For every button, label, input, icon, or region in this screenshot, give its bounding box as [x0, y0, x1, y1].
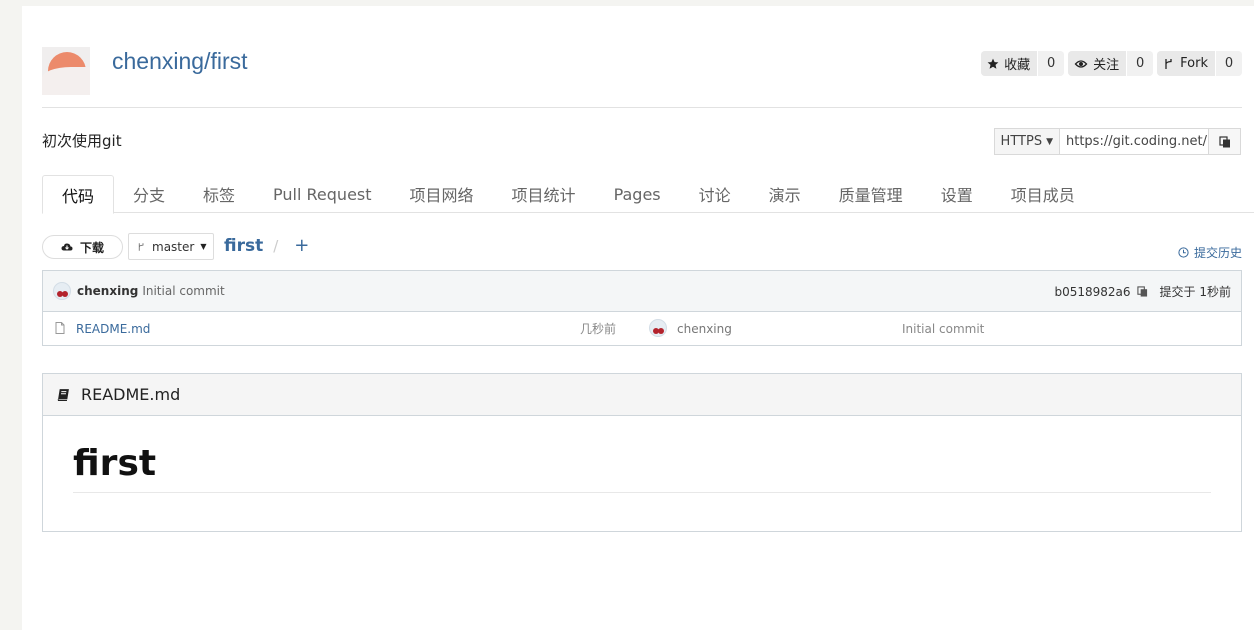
repo-avatar[interactable]	[42, 47, 90, 95]
latest-commit-row: chenxing Initial commit b0518982a6 提交于 1…	[43, 271, 1241, 312]
commit-time: 提交于 1秒前	[1159, 285, 1231, 299]
copy-icon[interactable]	[1136, 286, 1148, 297]
tab-tags[interactable]: 标签	[184, 175, 254, 213]
star-icon	[987, 58, 999, 69]
file-name[interactable]: README.md	[76, 322, 150, 336]
tab-pull-request[interactable]: Pull Request	[254, 175, 390, 213]
watch-button[interactable]: 关注	[1068, 51, 1128, 76]
readme-content: first	[43, 416, 1241, 493]
clone-url-box: HTTPS ▼ https://git.coding.net/	[993, 128, 1241, 155]
breadcrumb-separator: /	[273, 236, 279, 255]
watch-count[interactable]: 0	[1127, 51, 1154, 76]
file-time: 几秒前	[580, 322, 617, 336]
breadcrumb: first / +	[224, 235, 309, 256]
watch-counter[interactable]: 关注 0	[1068, 51, 1154, 76]
tab-quality[interactable]: 质量管理	[820, 175, 922, 213]
file-icon	[55, 322, 65, 334]
breadcrumb-root[interactable]: first	[224, 236, 263, 256]
branch-select[interactable]: master ▼	[128, 233, 214, 260]
clock-icon	[1178, 247, 1189, 258]
cloud-download-icon	[61, 243, 73, 251]
commit-author[interactable]: chenxing	[77, 284, 138, 298]
download-button[interactable]: 下载	[42, 235, 123, 259]
readme-filename: README.md	[81, 385, 181, 404]
commit-meta: b0518982a6 提交于 1秒前	[1054, 271, 1231, 312]
fork-counter[interactable]: Fork 0	[1157, 51, 1242, 76]
fork-label: Fork	[1180, 56, 1208, 71]
file-author[interactable]: chenxing	[677, 322, 732, 336]
caret-down-icon: ▼	[200, 242, 207, 251]
download-label: 下载	[79, 240, 104, 255]
tab-settings[interactable]: 设置	[922, 175, 992, 213]
eye-icon	[1074, 59, 1088, 68]
clone-protocol-select[interactable]: HTTPS ▼	[994, 129, 1060, 154]
star-label: 收藏	[1004, 58, 1031, 73]
caret-down-icon: ▼	[1046, 136, 1053, 147]
clone-url-input[interactable]: https://git.coding.net/	[1060, 129, 1208, 154]
tab-code[interactable]: 代码	[42, 175, 115, 214]
repo-counters: 收藏 0 关注 0 Fork 0	[981, 51, 1242, 76]
star-button[interactable]: 收藏	[981, 51, 1039, 76]
repo-title[interactable]: chenxing/first	[112, 48, 248, 75]
watch-label: 关注	[1093, 58, 1120, 73]
tab-members[interactable]: 项目成员	[992, 175, 1094, 213]
fork-icon	[1165, 58, 1172, 69]
table-row[interactable]: README.md 几秒前 chenxing Initial commit	[43, 312, 1241, 345]
repo-tabs: 代码 分支 标签 Pull Request 项目网络 项目统计 Pages 讨论…	[42, 175, 1254, 214]
avatar[interactable]	[53, 282, 71, 300]
clone-protocol-label: HTTPS	[1000, 134, 1043, 149]
repo-page: chenxing/first 收藏 0 关注 0 Fork 0 初次使用git	[22, 6, 1254, 630]
tab-pages[interactable]: Pages	[595, 175, 680, 213]
commit-history-link[interactable]: 提交历史	[1178, 244, 1242, 261]
star-counter[interactable]: 收藏 0	[981, 51, 1065, 76]
star-count[interactable]: 0	[1038, 51, 1065, 76]
readme-header: README.md	[43, 374, 1241, 416]
file-commit-message[interactable]: Initial commit	[902, 322, 984, 336]
tab-network[interactable]: 项目网络	[391, 175, 493, 213]
tab-stats[interactable]: 项目统计	[493, 175, 595, 213]
tab-branches[interactable]: 分支	[114, 175, 184, 213]
book-icon	[57, 389, 69, 401]
commit-message[interactable]: Initial commit	[142, 284, 224, 298]
commit-sha[interactable]: b0518982a6	[1054, 285, 1130, 299]
branch-icon	[138, 242, 144, 251]
add-file-button[interactable]: +	[294, 235, 309, 256]
header-divider	[42, 107, 1242, 108]
branch-name: master	[152, 239, 195, 254]
copy-url-button[interactable]	[1208, 129, 1240, 154]
tab-discussion[interactable]: 讨论	[680, 175, 750, 213]
commit-history-label: 提交历史	[1193, 246, 1242, 260]
readme-heading: first	[73, 444, 1211, 493]
copy-icon	[1218, 135, 1230, 147]
avatar-ground-shape	[42, 67, 90, 95]
readme-panel: README.md first	[42, 373, 1242, 532]
tab-demo[interactable]: 演示	[750, 175, 820, 213]
avatar[interactable]	[649, 319, 667, 337]
repo-description: 初次使用git	[42, 132, 122, 150]
file-list: chenxing Initial commit b0518982a6 提交于 1…	[42, 270, 1242, 346]
fork-button[interactable]: Fork	[1157, 51, 1216, 76]
fork-count[interactable]: 0	[1216, 51, 1242, 76]
